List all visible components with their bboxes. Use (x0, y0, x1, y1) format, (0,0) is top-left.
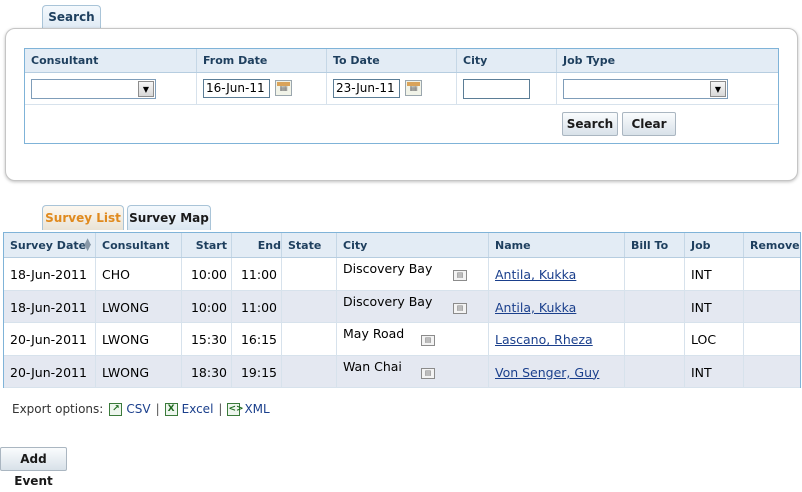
separator: | (155, 402, 160, 416)
city-input[interactable] (463, 79, 530, 99)
start-cell: 10:00 (182, 290, 232, 322)
end-cell: 11:00 (232, 290, 282, 322)
to-date-input[interactable]: 23-Jun-11 (333, 79, 400, 98)
end-cell: 11:00 (232, 258, 282, 290)
remove-cell[interactable] (744, 356, 800, 388)
table-header-row: Survey Date ▲ ▼ Consultant Start End Stat… (4, 233, 800, 258)
export-options-label: Export options: (12, 402, 104, 416)
name-link[interactable]: Antila, Kukka (495, 267, 576, 282)
job-header[interactable]: Job (685, 233, 744, 257)
job-cell: INT (685, 355, 744, 387)
clear-button[interactable]: Clear (622, 112, 676, 136)
start-cell: 15:30 (182, 323, 232, 355)
start-cell: 18:30 (182, 355, 232, 387)
survey-date-cell: 20-Jun-2011 (4, 355, 96, 387)
state-cell (282, 258, 337, 290)
calendar-icon[interactable]: ▦ (405, 80, 422, 96)
search-header-row: Consultant From Date To Date City Job Ty… (25, 49, 778, 73)
end-cell: 19:15 (232, 355, 282, 387)
remove-cell[interactable] (744, 258, 800, 290)
remove-cell[interactable] (744, 323, 800, 355)
name-link[interactable]: Antila, Kukka (495, 300, 576, 315)
calendar-icon[interactable]: ▦ (275, 80, 292, 96)
chevron-down-icon[interactable]: ▼ (710, 81, 726, 97)
city-header[interactable]: City (337, 233, 489, 257)
survey-date-cell: 18-Jun-2011 (4, 258, 96, 290)
search-panel: Consultant From Date To Date City Job Ty… (5, 28, 798, 181)
survey-date-header[interactable]: Survey Date ▲ ▼ (4, 233, 96, 257)
export-options: Export options: ↗ CSV | X Excel | <> XML (12, 402, 274, 416)
address-card-icon[interactable]: ▤ (421, 367, 435, 379)
from-date-input[interactable]: 16-Jun-11 (203, 79, 270, 98)
job-cell: INT (685, 258, 744, 290)
name-cell: Antila, Kukka (489, 290, 625, 322)
bill-to-cell (625, 290, 685, 322)
name-cell: Lascano, Rheza (489, 323, 625, 355)
chevron-down-icon[interactable]: ▼ (138, 81, 154, 97)
search-tab[interactable]: Search (42, 5, 101, 29)
consultant-column-header: Consultant (25, 49, 197, 72)
table-row: 18-Jun-2011 CHO 10:00 11:00 Discovery Ba… (4, 258, 800, 291)
export-excel-link[interactable]: X Excel (164, 402, 213, 416)
consultant-header[interactable]: Consultant (96, 233, 182, 257)
consultant-select[interactable]: ▼ (31, 79, 156, 99)
consultant-cell: LWONG (96, 323, 182, 355)
end-header[interactable]: End (232, 233, 282, 257)
bill-to-header[interactable]: Bill To (625, 233, 685, 257)
consultant-cell: LWONG (96, 290, 182, 322)
search-criteria-grid: Consultant From Date To Date City Job Ty… (24, 48, 779, 144)
to-date-column-header: To Date (327, 49, 457, 72)
xml-icon: <> (227, 402, 244, 416)
survey-results-table: Survey Date ▲ ▼ Consultant Start End Stat… (3, 232, 801, 388)
remove-header: Remove (750, 239, 800, 252)
export-xml-link[interactable]: <> XML (227, 402, 270, 416)
state-cell (282, 355, 337, 387)
name-link[interactable]: Lascano, Rheza (495, 332, 593, 347)
csv-icon: ↗ (109, 402, 123, 416)
search-button[interactable]: Search (562, 112, 618, 136)
table-row: 20-Jun-2011 LWONG 15:30 16:15 May Road ▤… (4, 323, 800, 356)
start-header[interactable]: Start (182, 233, 232, 257)
address-card-icon[interactable]: ▤ (453, 302, 467, 314)
add-event-button[interactable]: Add Event (0, 447, 67, 488)
start-cell: 10:00 (182, 258, 232, 290)
sort-icon[interactable]: ▲ ▼ (84, 238, 91, 253)
bill-to-cell (625, 355, 685, 387)
city-column-header: City (457, 49, 557, 72)
search-input-row: ▼ 16-Jun-11 ▦ 23-Jun-11 ▦ ▼ (25, 73, 778, 105)
tab-survey-map[interactable]: Survey Map (127, 205, 211, 230)
name-cell: Von Senger, Guy (489, 355, 625, 387)
end-cell: 16:15 (232, 323, 282, 355)
city-cell: May Road ▤ (337, 323, 489, 355)
consultant-cell: LWONG (96, 355, 182, 387)
job-type-column-header: Job Type (563, 54, 616, 67)
address-card-icon[interactable]: ▤ (453, 270, 467, 281)
separator: | (218, 402, 223, 416)
excel-icon: X (164, 402, 178, 416)
address-card-icon[interactable]: ▤ (421, 335, 435, 346)
job-cell: LOC (685, 323, 744, 355)
city-cell: Discovery Bay ▤ (337, 290, 489, 322)
job-type-select[interactable]: ▼ (563, 79, 728, 99)
remove-cell[interactable] (744, 291, 800, 323)
name-header[interactable]: Name (489, 233, 625, 257)
bill-to-cell (625, 323, 685, 355)
export-csv-link[interactable]: ↗ CSV (109, 402, 151, 416)
name-cell: Antila, Kukka (489, 258, 625, 290)
state-cell (282, 323, 337, 355)
table-row: 18-Jun-2011 LWONG 10:00 11:00 Discovery … (4, 290, 800, 323)
table-row: 20-Jun-2011 LWONG 18:30 19:15 Wan Chai ▤… (4, 355, 800, 388)
job-cell: INT (685, 290, 744, 322)
tab-survey-list[interactable]: Survey List (42, 205, 124, 230)
consultant-cell: CHO (96, 258, 182, 290)
state-header[interactable]: State (282, 233, 337, 257)
survey-date-cell: 20-Jun-2011 (4, 323, 96, 355)
state-cell (282, 290, 337, 322)
city-cell: Discovery Bay ▤ (337, 258, 489, 290)
survey-date-cell: 18-Jun-2011 (4, 290, 96, 322)
from-date-column-header: From Date (197, 49, 327, 72)
name-link[interactable]: Von Senger, Guy (495, 365, 599, 380)
bill-to-cell (625, 258, 685, 290)
city-cell: Wan Chai ▤ (337, 355, 489, 387)
